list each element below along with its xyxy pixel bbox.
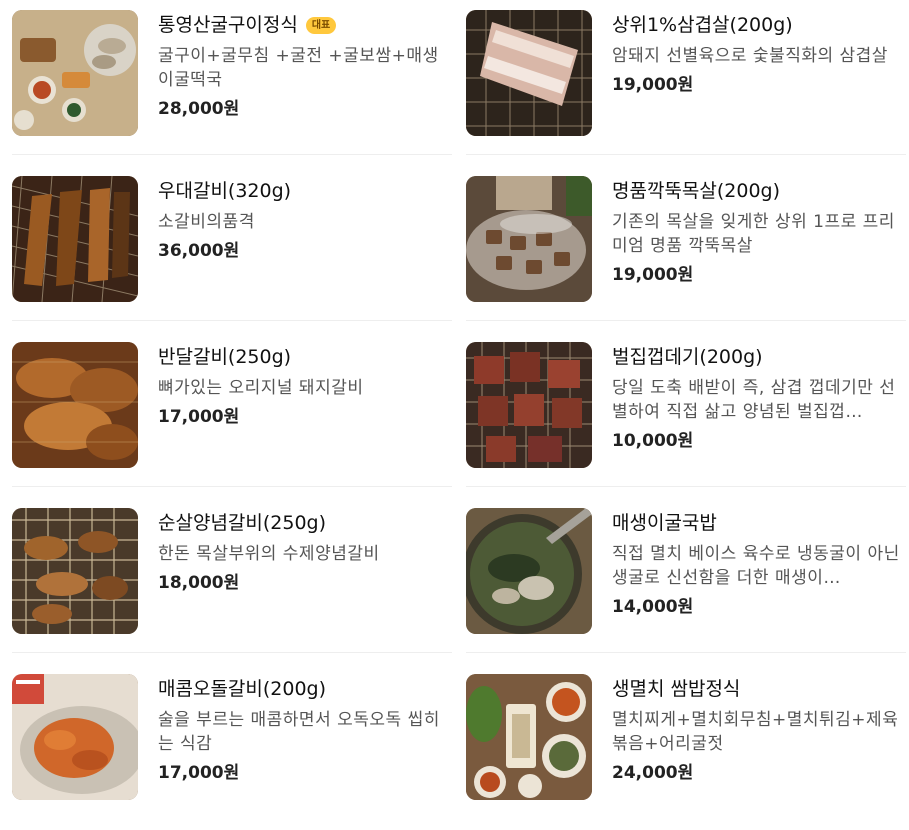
- menu-item[interactable]: 반달갈비(250g) 뼈가있는 오리지널 돼지갈비 17,000원: [12, 332, 452, 498]
- menu-photo[interactable]: [466, 10, 592, 136]
- menu-item-description: 암돼지 선별육으로 숯불직화의 삼겹살: [612, 46, 888, 66]
- menu-item-price: 17,000원: [158, 763, 240, 783]
- menu-item-price: 17,000원: [158, 407, 240, 427]
- menu-photo[interactable]: [466, 674, 592, 800]
- menu-item-name: 생멸치 쌈밥정식: [612, 678, 741, 700]
- menu-photo[interactable]: [466, 176, 592, 302]
- menu-item-description: 기존의 목살을 잊게한 상위 1프로 프리미엄 명품 깍뚝목살: [612, 212, 895, 256]
- menu-item-price: 14,000원: [612, 597, 694, 617]
- menu-item-price: 24,000원: [612, 763, 694, 783]
- menu-item-name: 매콤오돌갈비(200g): [158, 678, 327, 700]
- menu-item[interactable]: 벌집껍데기(200g) 당일 도축 배받이 즉, 삼겹 껍데기만 선별하여 직접…: [466, 332, 906, 498]
- menu-grid: 통영산굴구이정식 대표 굴구이+굴무침 +굴전 +굴보쌈+매생이굴떡국 28,00…: [0, 0, 909, 803]
- menu-item-price: 36,000원: [158, 241, 240, 261]
- menu-item[interactable]: 상위1%삼겹살(200g) 암돼지 선별육으로 숯불직화의 삼겹살 19,000…: [466, 0, 906, 166]
- menu-item[interactable]: 명품깍뚝목살(200g) 기존의 목살을 잊게한 상위 1프로 프리미엄 명품 …: [466, 166, 906, 332]
- menu-item-name: 우대갈비(320g): [158, 180, 292, 202]
- menu-item[interactable]: 순살양념갈비(250g) 한돈 목살부위의 수제양념갈비 18,000원: [12, 498, 452, 664]
- menu-item-price: 28,000원: [158, 99, 240, 119]
- menu-item-name: 통영산굴구이정식 대표: [158, 12, 450, 38]
- menu-item-description: 굴구이+굴무침 +굴전 +굴보쌈+매생이굴떡국: [158, 46, 439, 90]
- menu-item-name: 벌집껍데기(200g): [612, 346, 763, 368]
- menu-item-name: 상위1%삼겹살(200g): [612, 14, 793, 36]
- menu-item[interactable]: 생멸치 쌈밥정식 멸치찌게+멸치회무침+멸치튀김+제육볶음+어리굴젓 24,00…: [466, 664, 906, 830]
- menu-item-name: 순살양념갈비(250g): [158, 512, 327, 534]
- menu-photo[interactable]: [466, 508, 592, 634]
- menu-item-name-text: 통영산굴구이정식: [158, 14, 298, 36]
- menu-column-right: 상위1%삼겹살(200g) 암돼지 선별육으로 숯불직화의 삼겹살 19,000…: [466, 0, 906, 830]
- menu-item[interactable]: 매콤오돌갈비(200g) 술을 부르는 매콤하면서 오독오독 씹히는 식감 17…: [12, 664, 452, 830]
- menu-item-price: 18,000원: [158, 573, 240, 593]
- menu-item-name: 반달갈비(250g): [158, 346, 292, 368]
- menu-item[interactable]: 우대갈비(320g) 소갈비의품격 36,000원: [12, 166, 452, 332]
- menu-item-price: 19,000원: [612, 265, 694, 285]
- menu-photo[interactable]: [12, 342, 138, 468]
- menu-photo[interactable]: [12, 674, 138, 800]
- menu-photo[interactable]: [12, 176, 138, 302]
- menu-photo[interactable]: [12, 10, 138, 136]
- menu-item-description: 소갈비의품격: [158, 212, 255, 232]
- menu-item-name: 매생이굴국밥: [612, 512, 717, 534]
- menu-item-name: 명품깍뚝목살(200g): [612, 180, 781, 202]
- menu-item-description: 당일 도축 배받이 즉, 삼겹 껍데기만 선별하여 직접 삶고 양념된 벌집껍…: [612, 378, 896, 422]
- menu-photo[interactable]: [466, 342, 592, 468]
- menu-item-description: 뼈가있는 오리지널 돼지갈비: [158, 378, 364, 398]
- menu-item-description: 술을 부르는 매콤하면서 오독오독 씹히는 식감: [158, 710, 440, 754]
- menu-item-price: 19,000원: [612, 75, 694, 95]
- menu-item[interactable]: 매생이굴국밥 직접 멸치 베이스 육수로 냉동굴이 아닌 생굴로 신선함을 더한…: [466, 498, 906, 664]
- menu-item-description: 멸치찌게+멸치회무침+멸치튀김+제육볶음+어리굴젓: [612, 710, 899, 754]
- menu-item-description: 한돈 목살부위의 수제양념갈비: [158, 544, 380, 564]
- menu-item-description: 직접 멸치 베이스 육수로 냉동굴이 아닌 생굴로 신선함을 더한 매생이…: [612, 544, 900, 588]
- representative-badge: 대표: [305, 17, 337, 34]
- menu-item-price: 10,000원: [612, 431, 694, 451]
- menu-item[interactable]: 통영산굴구이정식 대표 굴구이+굴무침 +굴전 +굴보쌈+매생이굴떡국 28,00…: [12, 0, 452, 166]
- menu-column-left: 통영산굴구이정식 대표 굴구이+굴무침 +굴전 +굴보쌈+매생이굴떡국 28,00…: [12, 0, 452, 830]
- menu-photo[interactable]: [12, 508, 138, 634]
